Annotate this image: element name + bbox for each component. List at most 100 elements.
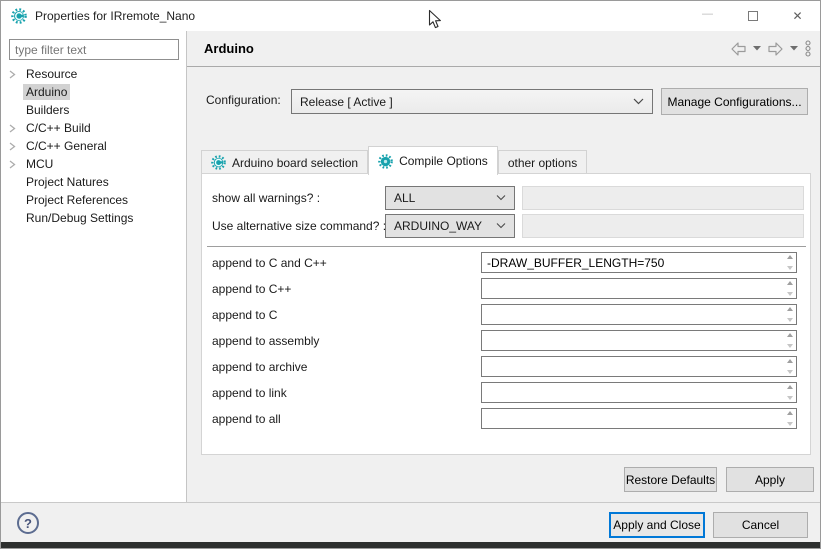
append-archive-input[interactable] xyxy=(481,356,797,377)
show-warnings-value: ALL xyxy=(394,191,496,205)
append-c-field xyxy=(481,304,797,325)
append-link-field xyxy=(481,382,797,403)
tab-label: Arduino board selection xyxy=(232,156,358,170)
append-cpp-input[interactable] xyxy=(481,278,797,299)
window-controls: — ✕ xyxy=(685,1,820,31)
append-all-label: append to all xyxy=(212,412,281,426)
sidebar-item-builders[interactable]: Builders xyxy=(1,101,186,119)
scroll-spinner-icon[interactable] xyxy=(785,307,794,322)
chevron-right-icon[interactable] xyxy=(9,142,23,151)
scroll-spinner-icon[interactable] xyxy=(785,411,794,426)
alternative-size-combo[interactable]: ARDUINO_WAY xyxy=(385,214,515,238)
sidebar-item-resource[interactable]: Resource xyxy=(1,65,186,83)
tab-label: other options xyxy=(508,156,577,170)
sidebar-item-cpp-general[interactable]: C/C++ General xyxy=(1,137,186,155)
back-dropdown-icon[interactable] xyxy=(753,46,761,51)
sidebar-item-label: C/C++ Build xyxy=(23,120,94,136)
alternative-size-value: ARDUINO_WAY xyxy=(394,219,496,233)
page-header: Arduino xyxy=(187,31,821,67)
append-all-input[interactable] xyxy=(481,408,797,429)
append-c-cpp-field xyxy=(481,252,797,273)
append-c-cpp-input[interactable] xyxy=(481,252,797,273)
append-cpp-label: append to C++ xyxy=(212,282,291,296)
view-menu-icon[interactable] xyxy=(804,40,812,57)
maximize-button[interactable] xyxy=(730,1,775,31)
sidebar-item-label: Project Natures xyxy=(23,174,112,190)
sidebar-item-label: Project References xyxy=(23,192,131,208)
forward-dropdown-icon[interactable] xyxy=(790,46,798,51)
append-assembly-input[interactable] xyxy=(481,330,797,351)
append-link-input[interactable] xyxy=(481,382,797,403)
tab-other-options[interactable]: other options xyxy=(498,150,587,174)
main-panel: Arduino xyxy=(187,31,821,502)
append-all-field xyxy=(481,408,797,429)
page-title: Arduino xyxy=(204,41,254,56)
minimize-icon: — xyxy=(702,8,713,20)
sidebar-item-label: MCU xyxy=(23,156,56,172)
gear-icon xyxy=(378,154,393,169)
maximize-icon xyxy=(748,11,758,21)
sidebar-item-label: Arduino xyxy=(23,84,70,100)
minimize-button[interactable]: — xyxy=(685,1,730,31)
chevron-down-icon xyxy=(496,195,506,201)
append-cpp-field xyxy=(481,278,797,299)
window-title: Properties for IRremote_Nano xyxy=(35,9,195,23)
configuration-label: Configuration: xyxy=(206,93,281,107)
chevron-right-icon[interactable] xyxy=(9,124,23,133)
apply-button[interactable]: Apply xyxy=(726,467,814,492)
append-archive-label: append to archive xyxy=(212,360,307,374)
footer-bar: ? Apply and Close Cancel xyxy=(1,502,820,542)
separator xyxy=(207,246,806,247)
append-link-label: append to link xyxy=(212,386,287,400)
apply-and-close-button[interactable]: Apply and Close xyxy=(609,512,705,538)
tab-label: Compile Options xyxy=(399,154,488,168)
append-c-cpp-label: append to C and C++ xyxy=(212,256,327,270)
sidebar-item-label: Run/Debug Settings xyxy=(23,210,136,226)
titlebar: Properties for IRremote_Nano — ✕ xyxy=(1,1,820,31)
scroll-spinner-icon[interactable] xyxy=(785,333,794,348)
gear-icon xyxy=(211,155,226,170)
append-assembly-field xyxy=(481,330,797,351)
tab-arduino-board-selection[interactable]: Arduino board selection xyxy=(201,150,368,174)
scroll-spinner-icon[interactable] xyxy=(785,359,794,374)
scroll-spinner-icon[interactable] xyxy=(785,281,794,296)
forward-icon[interactable] xyxy=(767,42,784,56)
sidebar-item-project-natures[interactable]: Project Natures xyxy=(1,173,186,191)
manage-configurations-button[interactable]: Manage Configurations... xyxy=(661,88,808,115)
configuration-combo-value: Release [ Active ] xyxy=(300,95,633,109)
background-window-strip xyxy=(1,542,820,549)
sidebar-item-label: Resource xyxy=(23,66,80,82)
back-icon[interactable] xyxy=(730,42,747,56)
append-c-input[interactable] xyxy=(481,304,797,325)
chevron-right-icon[interactable] xyxy=(9,160,23,169)
tabstrip: Arduino board selection Compile Options … xyxy=(201,145,587,174)
cancel-button[interactable]: Cancel xyxy=(713,512,808,538)
sidebar-item-project-references[interactable]: Project References xyxy=(1,191,186,209)
show-warnings-combo[interactable]: ALL xyxy=(385,186,515,210)
sidebar-item-run-debug-settings[interactable]: Run/Debug Settings xyxy=(1,209,186,227)
chevron-right-icon[interactable] xyxy=(9,70,23,79)
close-icon: ✕ xyxy=(792,9,802,23)
scroll-spinner-icon[interactable] xyxy=(785,255,794,270)
show-warnings-label: show all warnings? : xyxy=(212,191,320,205)
append-c-label: append to C xyxy=(212,308,277,322)
help-icon[interactable]: ? xyxy=(17,512,39,534)
close-button[interactable]: ✕ xyxy=(775,1,820,31)
sidebar-item-mcu[interactable]: MCU xyxy=(1,155,186,173)
configuration-row: Configuration: Release [ Active ] Manage… xyxy=(187,87,821,117)
sidebar-item-label: C/C++ General xyxy=(23,138,110,154)
filter-input[interactable] xyxy=(9,39,179,60)
sidebar-item-label: Builders xyxy=(23,102,72,118)
sidebar-item-cpp-build[interactable]: C/C++ Build xyxy=(1,119,186,137)
sidebar-item-arduino[interactable]: Arduino xyxy=(1,83,186,101)
restore-defaults-button[interactable]: Restore Defaults xyxy=(624,467,717,492)
compile-options-panel: show all warnings? : ALL Use alternative… xyxy=(201,173,811,455)
append-archive-field xyxy=(481,356,797,377)
scroll-spinner-icon[interactable] xyxy=(785,385,794,400)
configuration-combo[interactable]: Release [ Active ] xyxy=(291,89,653,114)
chevron-down-icon xyxy=(496,223,506,229)
history-nav xyxy=(730,40,812,57)
sloeber-gear-icon xyxy=(11,8,27,24)
alternative-size-extra-field xyxy=(522,214,804,238)
tab-compile-options[interactable]: Compile Options xyxy=(368,146,498,175)
